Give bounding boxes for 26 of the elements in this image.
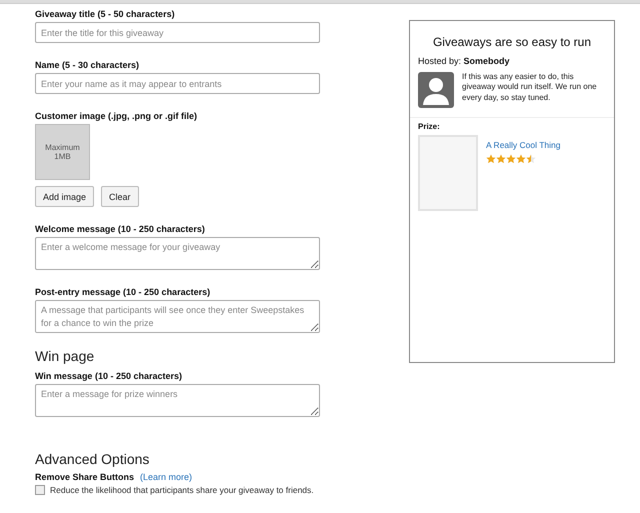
preview-title: Giveaways are so easy to run [432, 35, 592, 49]
prize-label: Prize: [418, 122, 441, 131]
avatar-icon [418, 72, 454, 108]
textarea-field[interactable]: Enter a message for prize winners [35, 384, 320, 417]
image-upload-field[interactable]: Maximum 1MB [35, 124, 90, 180]
field-label: Name (5 - 30 characters) [35, 60, 140, 70]
field-label: Customer image (.jpg, .png or .gif file) [35, 111, 198, 121]
field-label: Post-entry message (10 - 250 characters) [35, 287, 212, 297]
learn-more-link[interactable]: (Learn more) [140, 472, 192, 482]
prize-link[interactable]: A Really Cool Thing [486, 140, 560, 150]
field-label: Win message (10 - 250 characters) [35, 371, 183, 381]
field-label: Remove Share Buttons [35, 472, 134, 482]
section-heading: Advanced Options [35, 451, 150, 467]
input-field[interactable]: Enter your name as it may appear to entrants [35, 73, 320, 94]
input-field[interactable]: Enter the title for this giveaway [35, 22, 320, 43]
textarea-field[interactable]: Enter a welcome message for your giveaway [35, 237, 320, 270]
section-heading: Win page [35, 348, 96, 364]
form-button[interactable]: Clear [101, 186, 139, 207]
form-button[interactable]: Add image [35, 186, 94, 207]
hosted-by-text: Hosted by: Somebody [418, 56, 511, 66]
description-text: If this was any easier to do, this giveaway would run itself. We run one every day, so stay tuned. [462, 72, 598, 104]
checkbox-label: Reduce the likelihood that participants share your giveaway to friends. [50, 485, 314, 495]
textarea-field[interactable]: A message that participants will see once they enter Sweepstakes for a chance to win the prize [35, 300, 320, 333]
field-label: Giveaway title (5 - 50 characters) [35, 9, 176, 19]
field-label: Welcome message (10 - 250 characters) [35, 224, 206, 234]
checkbox[interactable] [35, 485, 45, 495]
